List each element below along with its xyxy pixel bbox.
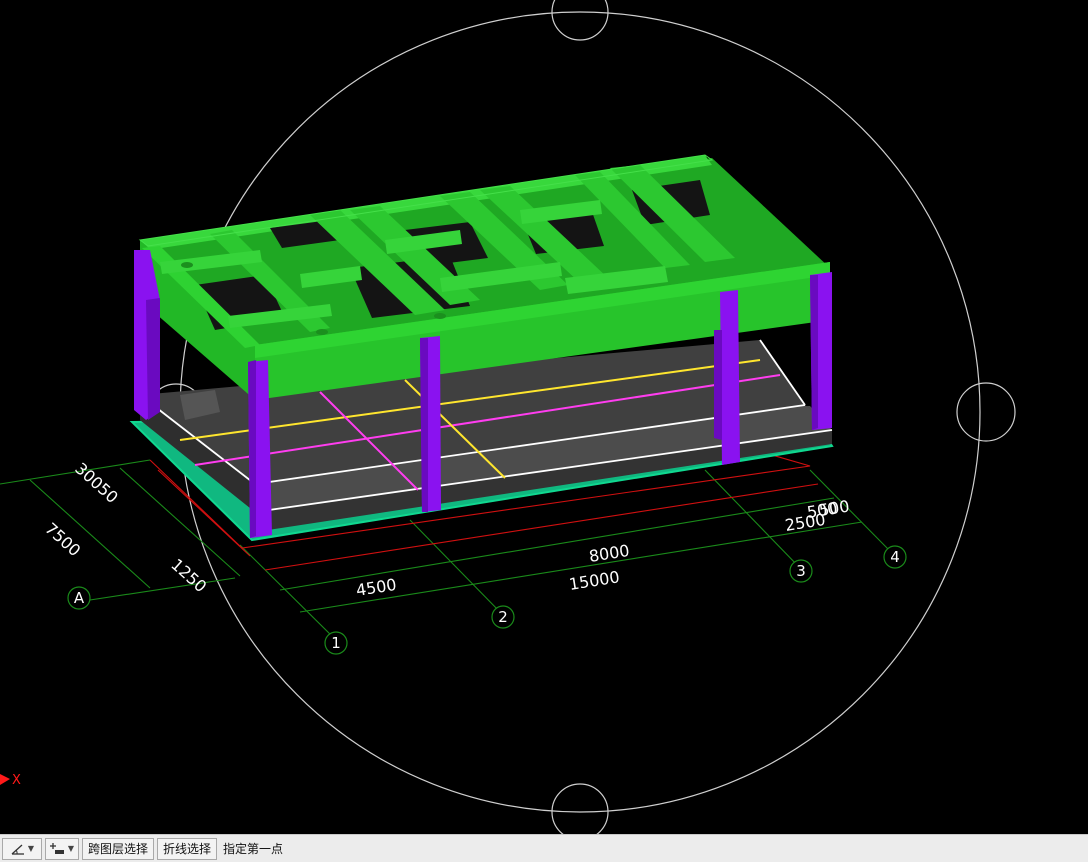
chevron-down-icon: ▼ [67, 844, 75, 853]
ucs-x-label: X [12, 773, 21, 788]
dim-1250: 1250 [167, 555, 210, 596]
layer-add-dropdown[interactable]: ▼ [45, 837, 79, 860]
layer-add-icon [49, 842, 64, 854]
axis-bubble-3: 3 [789, 559, 813, 583]
axis-bubble-A: A [67, 586, 91, 610]
svg-text:A: A [74, 589, 85, 607]
axis-bubbles: 1 2 3 4 A [67, 545, 907, 655]
command-status-bar: ▼ ▼ 跨图层选择 折线选择 指定第一点 [0, 834, 1088, 862]
svg-text:3: 3 [796, 562, 806, 580]
angle-snap-dropdown[interactable]: ▼ [2, 837, 42, 860]
angle-snap-icon [11, 844, 24, 855]
axis-bubble-1: 1 [324, 631, 348, 655]
cross-layer-select-button[interactable]: 跨图层选择 [82, 837, 155, 860]
svg-text:1: 1 [331, 634, 341, 652]
chevron-down-icon: ▼ [27, 844, 35, 853]
svg-text:4: 4 [890, 548, 900, 566]
polyline-select-button[interactable]: 折线选择 [157, 837, 218, 860]
ucs-axis-icon: X [0, 773, 21, 788]
3d-model-viewport[interactable]: 4500 8000 2500 15000 500 500 7500 1250 3… [0, 0, 1088, 834]
axis-bubble-2: 2 [491, 605, 515, 629]
dim-500b: 500 [818, 496, 851, 520]
dim-4500: 4500 [355, 575, 398, 600]
svg-text:2: 2 [498, 608, 508, 626]
dim-8000: 8000 [588, 541, 631, 566]
dim-15000: 15000 [568, 567, 621, 594]
command-prompt: 指定第一点 [223, 842, 284, 856]
dim-7500: 7500 [41, 519, 84, 560]
axis-bubble-4: 4 [883, 545, 907, 569]
